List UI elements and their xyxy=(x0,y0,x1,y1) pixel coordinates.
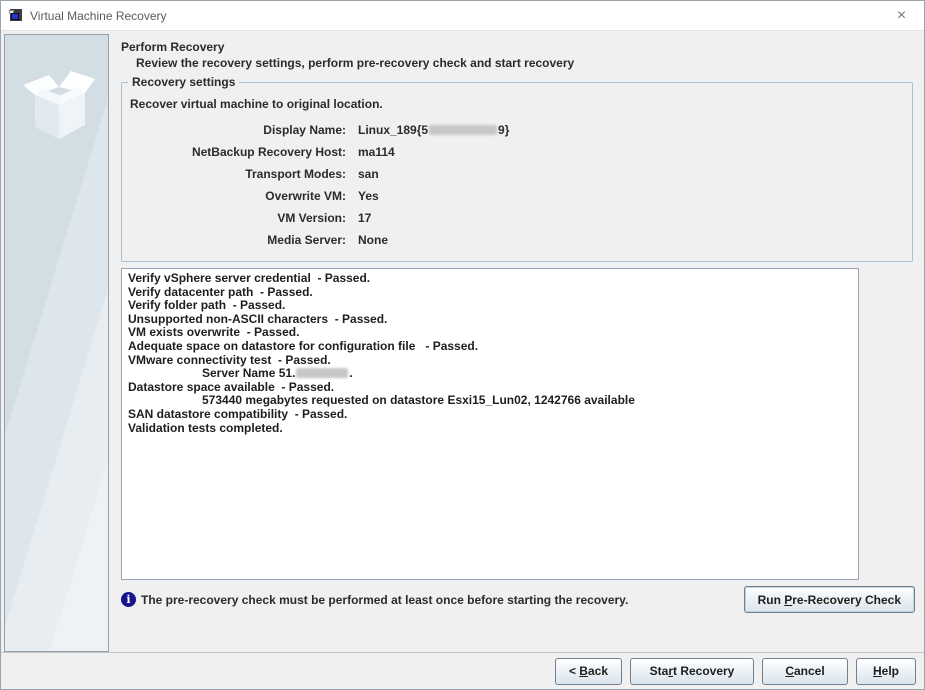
recovery-settings-fields: Display Name: Linux_189{59} NetBackup Re… xyxy=(128,119,904,251)
transport-modes-value: san xyxy=(358,163,904,185)
redacted-text xyxy=(296,368,348,378)
display-name-label: Display Name: xyxy=(128,119,346,141)
recovery-host-label: NetBackup Recovery Host: xyxy=(128,141,346,163)
virtual-machine-recovery-window: Virtual Machine Recovery × Perform Recov… xyxy=(0,0,925,690)
run-pre-recovery-check-button[interactable]: Run Pre-Recovery Check xyxy=(744,586,915,613)
start-recovery-button[interactable]: Start Recovery xyxy=(630,658,754,685)
page-title: Perform Recovery xyxy=(121,40,915,54)
pre-recovery-note-row: i The pre-recovery check must be perform… xyxy=(121,586,915,613)
pre-recovery-check-results[interactable]: Verify vSphere server credential - Passe… xyxy=(121,268,859,580)
main-content: Perform Recovery Review the recovery set… xyxy=(109,34,921,652)
vm-version-label: VM Version: xyxy=(128,207,346,229)
check-result-line: SAN datastore compatibility - Passed. xyxy=(128,408,852,422)
check-result-line: Datastore space available - Passed. xyxy=(128,381,852,395)
media-server-value: None xyxy=(358,229,904,251)
pre-recovery-note: The pre-recovery check must be performed… xyxy=(141,593,734,607)
recovery-location-text: Recover virtual machine to original loca… xyxy=(130,97,904,111)
back-button[interactable]: < Back xyxy=(555,658,622,685)
overwrite-vm-label: Overwrite VM: xyxy=(128,185,346,207)
app-icon xyxy=(9,9,23,23)
help-button[interactable]: Help xyxy=(856,658,916,685)
check-result-line: 573440 megabytes requested on datastore … xyxy=(128,394,852,408)
window-title: Virtual Machine Recovery xyxy=(30,9,879,23)
transport-modes-label: Transport Modes: xyxy=(128,163,346,185)
display-name-value: Linux_189{59} xyxy=(358,119,904,141)
check-result-line: VMware connectivity test - Passed. xyxy=(128,354,852,368)
recovery-settings-legend: Recovery settings xyxy=(128,75,239,89)
recovery-settings-group: Recovery settings Recover virtual machin… xyxy=(121,82,913,262)
page-subtitle: Review the recovery settings, perform pr… xyxy=(121,56,915,70)
open-box-icon xyxy=(9,47,105,157)
check-result-line: Adequate space on datastore for configur… xyxy=(128,340,852,354)
redacted-text xyxy=(429,125,497,135)
wizard-sidebar xyxy=(4,34,109,652)
vm-version-value: 17 xyxy=(358,207,904,229)
check-result-line: Verify datacenter path - Passed. xyxy=(128,286,852,300)
info-icon: i xyxy=(121,592,136,607)
check-result-line: Verify vSphere server credential - Passe… xyxy=(128,272,852,286)
footer-button-bar: < Back Start Recovery Cancel Help xyxy=(1,652,924,689)
check-result-line: VM exists overwrite - Passed. xyxy=(128,326,852,340)
cancel-button[interactable]: Cancel xyxy=(762,658,848,685)
title-bar: Virtual Machine Recovery × xyxy=(1,1,924,31)
close-icon[interactable]: × xyxy=(879,1,924,30)
check-result-line: Validation tests completed. xyxy=(128,422,852,436)
overwrite-vm-value: Yes xyxy=(358,185,904,207)
check-result-line: Unsupported non-ASCII characters - Passe… xyxy=(128,313,852,327)
media-server-label: Media Server: xyxy=(128,229,346,251)
recovery-host-value: ma114 xyxy=(358,141,904,163)
check-result-line: Verify folder path - Passed. xyxy=(128,299,852,313)
check-result-server-name: Server Name 51.. xyxy=(128,367,852,381)
